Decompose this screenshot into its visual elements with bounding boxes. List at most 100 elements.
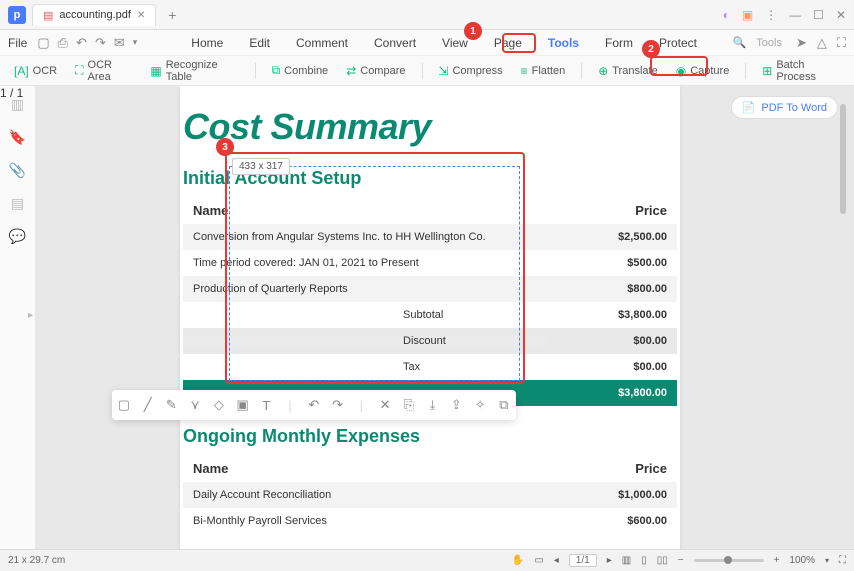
pdf-to-word-pill[interactable]: 📄 PDF To Word [731,96,838,119]
tab-comment[interactable]: Comment [292,32,352,54]
callout-badge-2: 2 [642,40,660,58]
comments-icon[interactable]: 💬 [9,228,26,245]
combine-icon: ⧉ [272,63,281,78]
next-page-icon[interactable]: ▸ [607,555,612,566]
cloud-sync-icon[interactable]: △ [817,35,827,51]
fit-page-icon[interactable]: ▭ [534,555,543,566]
zoom-level[interactable]: 100% [789,555,815,566]
cell-name: Daily Account Reconciliation [193,489,547,501]
zoom-slider[interactable] [694,559,764,562]
copy-snip-icon[interactable]: ⎘ [399,397,419,413]
rect-tool-icon[interactable]: ▢ [114,397,134,413]
bookmark-icon[interactable]: 🔖 [9,129,26,146]
flatten-button[interactable]: ≡ Flatten [515,61,572,81]
cell-price: $600.00 [547,515,667,527]
open-icon[interactable]: ▢ [37,35,49,51]
document-tab[interactable]: ▤ accounting.pdf ✕ [32,4,156,26]
document-tab-label: accounting.pdf [59,9,131,21]
view-mode-icon[interactable]: ▥ [622,555,631,566]
menu-bar: File ▢ ⎙ ↶ ↷ ✉ ▾ Home Edit Comment Conve… [0,30,854,56]
cell-price: $1,000.00 [547,489,667,501]
zoom-slider-thumb[interactable] [724,556,732,564]
expand-icon[interactable]: ⛶ [837,35,846,51]
line-tool-icon[interactable]: ╱ [138,397,158,413]
batch-button[interactable]: ⊞Batch Process [756,56,846,86]
share-snip-icon[interactable]: ⇪ [446,397,466,413]
new-tab-button[interactable]: + [164,7,180,23]
ocr-button[interactable]: [A]OCR [8,61,63,81]
page-input[interactable]: 1/1 [569,554,597,567]
tab-tools[interactable]: Tools [544,32,583,54]
text-tool-icon[interactable]: T [256,398,276,413]
scrollbar-thumb[interactable] [840,104,846,214]
pin-snip-icon[interactable]: ✧ [470,397,490,413]
hand-tool-icon[interactable]: ✋ [512,555,524,566]
tab-home[interactable]: Home [187,32,227,54]
more-icon[interactable]: ⋮ [765,8,777,22]
tab-convert[interactable]: Convert [370,32,420,54]
pdf-icon: ▤ [43,9,53,22]
fullscreen-icon[interactable]: ⛶ [839,555,846,566]
single-page-icon[interactable]: ▯ [641,555,647,566]
file-menu[interactable]: File [8,36,27,50]
word-icon: 📄 [742,101,756,114]
chevron-down-icon[interactable]: ▾ [133,37,138,48]
tab-protect[interactable]: Protect [655,32,701,54]
callout-box-selection [225,152,525,384]
undo-snip-icon[interactable]: ↶ [304,397,324,413]
search-icon[interactable]: 🔍 [733,36,747,49]
minimize-button[interactable]: — [789,8,801,22]
zoom-out-icon[interactable]: − [678,555,684,566]
close-window-button[interactable]: ✕ [836,8,846,22]
maximize-button[interactable]: ☐ [813,8,824,22]
ocr-area-button[interactable]: ⛶OCR Area [69,56,138,86]
layers-icon[interactable]: ▤ [11,195,24,212]
total-value: $3,800.00 [547,387,667,399]
palette-icon[interactable]: ◐ [723,8,730,22]
mail-icon[interactable]: ✉ [114,35,125,51]
redo-snip-icon[interactable]: ↷ [328,397,348,413]
search-hint: Tools [756,37,782,49]
flatten-label: Flatten [532,65,566,77]
close-tab-icon[interactable]: ✕ [137,10,145,21]
prev-page-icon[interactable]: ◂ [554,555,559,566]
compare-button[interactable]: ⇄Compare [340,61,411,81]
zoom-in-icon[interactable]: + [774,555,780,566]
page-count-badge: 1 / 1 [0,86,23,100]
print-icon[interactable]: ⎙ [58,35,68,51]
two-page-icon[interactable]: ▯▯ [657,555,668,566]
pen-tool-icon[interactable]: ✎ [161,397,181,413]
eraser-tool-icon[interactable]: ◇ [209,397,229,413]
callout-badge-1: 1 [464,22,482,40]
done-snip-icon[interactable]: ⧉ [494,397,514,413]
redo-icon[interactable]: ↷ [95,35,106,51]
ocr-area-icon: ⛶ [75,63,83,78]
tab-edit[interactable]: Edit [245,32,274,54]
save-snip-icon[interactable]: ⤓ [423,397,443,413]
undo-icon[interactable]: ↶ [76,35,87,51]
flatten-icon: ≡ [521,64,528,78]
app-icon: p [8,6,26,24]
callout-box-tools [502,33,536,53]
combine-button[interactable]: ⧉Combine [266,60,335,81]
table-row: Daily Account Reconciliation$1,000.00 [183,482,677,508]
zoom-chevron-icon[interactable]: ▾ [825,556,829,565]
highlight-tool-icon[interactable]: ⋎ [185,397,205,413]
cell-price: $2,500.00 [547,231,667,243]
cloud-icon[interactable]: ▣ [742,8,753,22]
cancel-snip-icon[interactable]: ✕ [375,397,395,413]
callout-badge-3: 3 [216,138,234,156]
subtotal-value: $3,800.00 [547,309,667,321]
attachment-icon[interactable]: 📎 [9,162,26,179]
batch-icon: ⊞ [762,64,772,78]
compress-button[interactable]: ⇲Compress [432,61,508,81]
share-icon[interactable]: ➤ [796,35,807,51]
recognize-table-button[interactable]: ▦Recognize Table [144,56,244,86]
vertical-scrollbar[interactable] [840,90,846,543]
compress-label: Compress [452,65,502,77]
compare-label: Compare [360,65,405,77]
sidebar-expand-icon[interactable]: ▸ [28,310,33,321]
tab-form[interactable]: Form [601,32,637,54]
page-title: Cost Summary [183,106,680,148]
fill-tool-icon[interactable]: ▣ [233,397,253,413]
